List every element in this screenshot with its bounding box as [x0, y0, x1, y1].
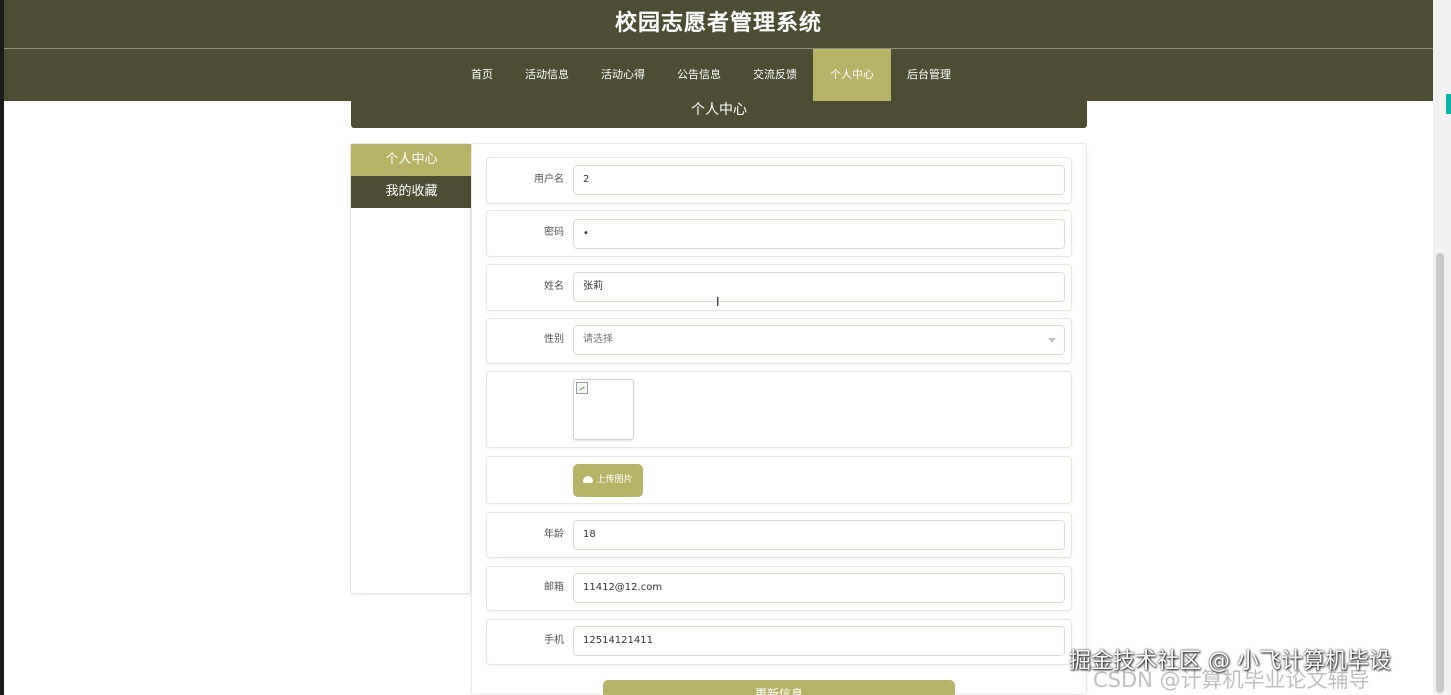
- main-navigation: 首页 活动信息 活动心得 公告信息 交流反馈 个人中心 后台管理: [455, 49, 967, 101]
- age-label: 年龄: [544, 529, 564, 540]
- vertical-scrollbar-thumb[interactable]: [1436, 253, 1444, 693]
- right-edge-accent: [1446, 94, 1451, 114]
- nav-item-experiences[interactable]: 活动心得: [585, 49, 661, 101]
- community-watermark: 掘金技术社区 @ 小飞计算机毕设: [1069, 649, 1391, 674]
- personal-sidebar: 个人中心 我的收藏: [350, 143, 472, 594]
- chevron-down-icon: [1048, 338, 1056, 343]
- phone-label: 手机: [544, 635, 564, 646]
- gender-select[interactable]: 请选择: [573, 325, 1065, 355]
- sidebar-item-personal-center[interactable]: 个人中心: [351, 144, 472, 176]
- profile-photo-preview: [573, 379, 634, 440]
- upload-icon: [583, 476, 594, 483]
- upload-photo-label: 上传图片: [596, 475, 633, 485]
- upload-photo-button[interactable]: 上传图片: [573, 464, 643, 497]
- nav-item-personal-center[interactable]: 个人中心: [813, 49, 891, 101]
- update-info-button[interactable]: 更新信息: [603, 680, 955, 695]
- nav-item-feedback[interactable]: 交流反馈: [737, 49, 813, 101]
- password-label: 密码: [544, 227, 564, 238]
- gender-label: 性别: [544, 334, 564, 345]
- left-window-edge: [0, 0, 4, 695]
- email-label: 邮箱: [544, 582, 564, 593]
- phone-field[interactable]: 12514121411: [573, 626, 1065, 656]
- username-label: 用户名: [534, 174, 564, 185]
- page-heading: 个人中心: [351, 101, 1087, 128]
- nav-item-activities[interactable]: 活动信息: [509, 49, 585, 101]
- username-field[interactable]: 2: [573, 165, 1065, 195]
- email-field[interactable]: 11412@12.com: [573, 573, 1065, 603]
- sidebar-item-favorites[interactable]: 我的收藏: [351, 176, 472, 208]
- broken-image-icon: [576, 382, 588, 394]
- text-cursor-icon: I: [716, 295, 720, 309]
- age-field[interactable]: 18: [573, 520, 1065, 550]
- site-title: 校园志愿者管理系统: [614, 11, 822, 36]
- name-label: 姓名: [544, 281, 564, 292]
- password-field[interactable]: •: [573, 219, 1065, 249]
- app-page: 校园志愿者管理系统 首页 活动信息 活动心得 公告信息 交流反馈 个人中心 后台…: [0, 0, 1451, 695]
- nav-item-admin[interactable]: 后台管理: [891, 49, 967, 101]
- nav-item-announcements[interactable]: 公告信息: [661, 49, 737, 101]
- name-field[interactable]: 张莉: [573, 272, 1065, 302]
- nav-item-home[interactable]: 首页: [455, 49, 509, 101]
